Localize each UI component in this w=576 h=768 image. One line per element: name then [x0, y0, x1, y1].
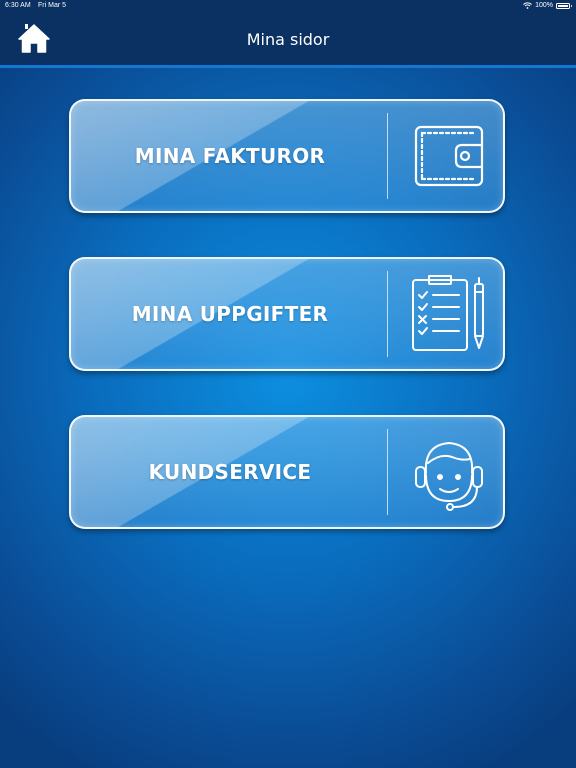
- battery-icon: [556, 2, 572, 9]
- navigation-bar: Mina sidor: [0, 12, 576, 68]
- status-indicators: 100%: [523, 2, 572, 9]
- menu-button-label: MINA FAKTUROR: [134, 144, 326, 168]
- menu-button-mina-uppgifter[interactable]: MINA UPPGIFTER: [69, 257, 505, 371]
- card-divider: [387, 271, 388, 357]
- battery-percentage: 100%: [535, 2, 553, 9]
- menu-button-mina-fakturor[interactable]: MINA FAKTUROR: [69, 99, 505, 213]
- wifi-icon: [523, 2, 532, 9]
- clipboard-checklist-icon: [396, 259, 501, 369]
- menu-button-label: MINA UPPGIFTER: [131, 302, 329, 326]
- menu-button-label: KUNDSERVICE: [148, 460, 312, 484]
- menu-button-kundservice[interactable]: KUNDSERVICE: [69, 415, 505, 529]
- card-divider: [387, 113, 388, 199]
- status-time: 6:30 AM: [5, 2, 31, 9]
- page-title: Mina sidor: [246, 30, 330, 49]
- headset-agent-icon: [396, 417, 501, 527]
- card-divider: [387, 429, 388, 515]
- wallet-icon: [396, 101, 501, 211]
- status-date: Fri Mar 5: [38, 2, 66, 9]
- status-bar: 6:30 AM Fri Mar 5 100%: [0, 0, 576, 12]
